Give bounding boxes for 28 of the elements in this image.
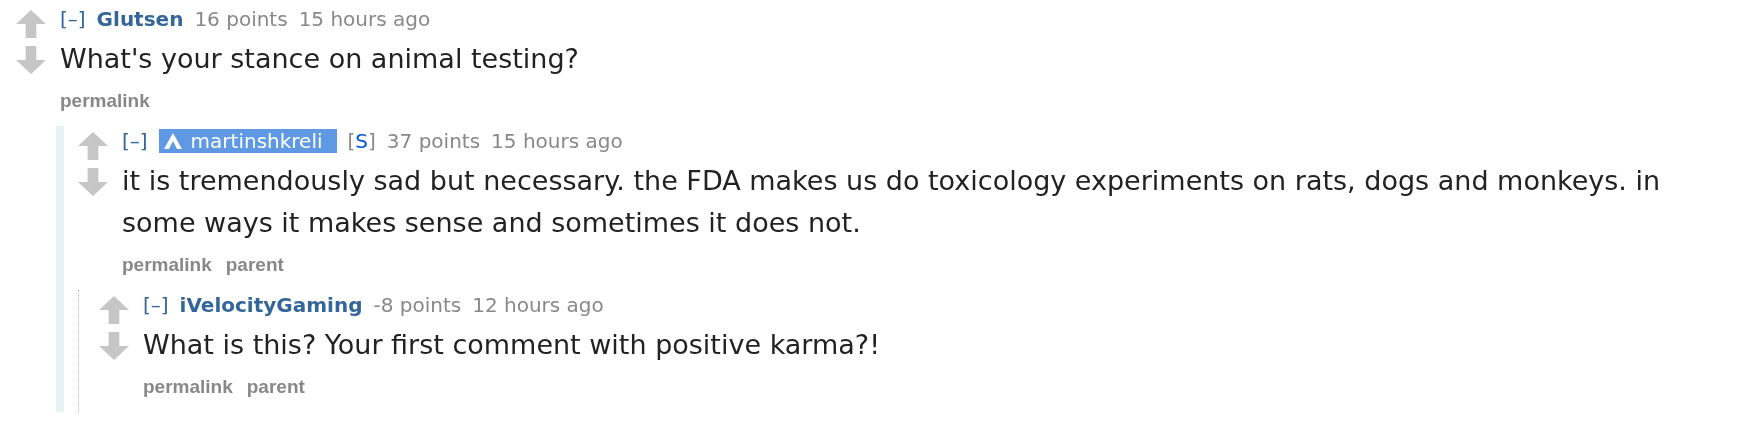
comment-link[interactable]: permalink xyxy=(143,376,233,398)
timestamp: 15 hours ago xyxy=(298,7,431,31)
author-link[interactable]: Glutsen xyxy=(96,7,184,31)
upvote-icon[interactable] xyxy=(78,132,108,160)
comment-text: What is this? Your first comment with positive karma?! xyxy=(143,328,881,362)
collapse-toggle[interactable]: [–] xyxy=(122,129,148,153)
comment-link[interactable]: permalink xyxy=(60,90,150,112)
timestamp: 12 hours ago xyxy=(472,293,604,317)
author-link[interactable]: iVelocityGaming xyxy=(179,293,363,317)
downvote-icon[interactable] xyxy=(99,332,129,360)
comment-link[interactable]: parent xyxy=(246,376,305,398)
downvote-icon[interactable] xyxy=(16,46,46,74)
score: 16 points xyxy=(194,7,288,31)
author-link[interactable]: martinshkreli xyxy=(158,129,337,153)
comment-text: it is tremendously sad but necessary. the FDA makes us do toxicology experiments on rats, dogs and monkeys. in some ways it makes sense and sometimes it does not. xyxy=(122,164,1662,240)
score: 37 points xyxy=(386,129,481,153)
upvote-icon[interactable] xyxy=(16,10,46,38)
comment-text: What's your stance on animal testing? xyxy=(60,42,580,76)
upvote-icon[interactable] xyxy=(99,296,129,324)
submitter-tag: [S] xyxy=(347,129,376,153)
timestamp: 15 hours ago xyxy=(491,129,623,153)
comment-link[interactable]: permalink xyxy=(122,254,212,276)
score: -8 points xyxy=(373,293,462,317)
collapse-toggle[interactable]: [–] xyxy=(60,7,86,31)
triangle-logo-icon xyxy=(162,132,183,150)
collapse-toggle[interactable]: [–] xyxy=(143,293,169,317)
comment-link[interactable]: parent xyxy=(225,254,284,276)
downvote-icon[interactable] xyxy=(78,168,108,196)
